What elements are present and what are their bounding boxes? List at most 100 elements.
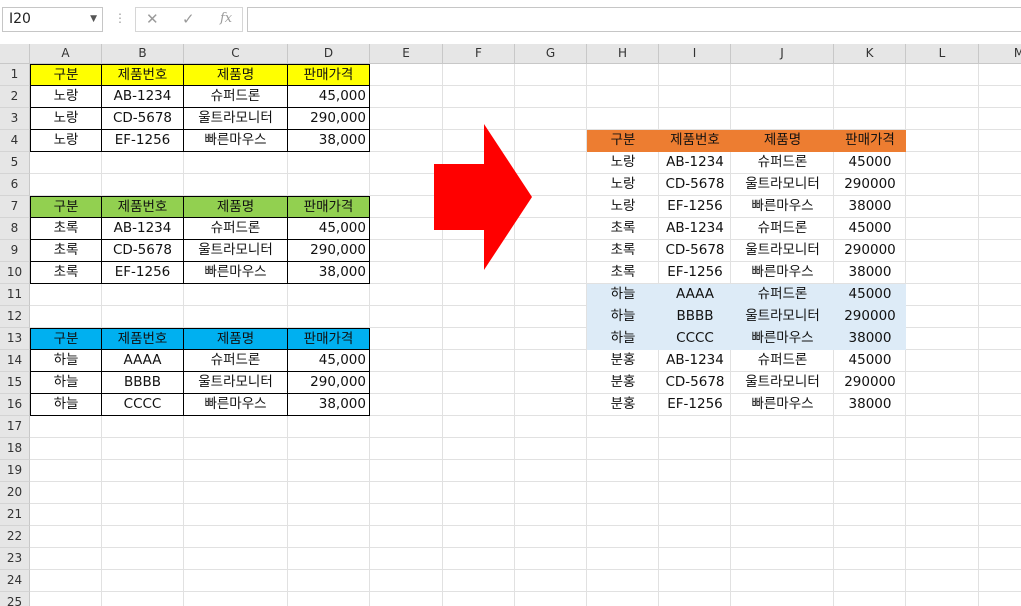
result-cell[interactable]: 울트라모니터 <box>731 174 834 196</box>
table-header-cell[interactable]: 제품번호 <box>102 328 184 350</box>
table-cell[interactable]: 38,000 <box>288 130 370 152</box>
enter-icon[interactable]: ✓ <box>182 10 195 28</box>
row-header-11[interactable]: 11 <box>0 284 30 306</box>
table-cell[interactable]: AAAA <box>102 350 184 372</box>
result-cell[interactable]: AB-1234 <box>659 218 731 240</box>
table-cell[interactable]: 초록 <box>30 240 102 262</box>
row-header-10[interactable]: 10 <box>0 262 30 284</box>
more-options-icon[interactable]: ⋮ <box>114 11 126 25</box>
table-header-cell[interactable]: 판매가격 <box>288 328 370 350</box>
result-cell[interactable]: 하늘 <box>587 284 659 306</box>
row-header-13[interactable]: 13 <box>0 328 30 350</box>
row-header-25[interactable]: 25 <box>0 592 30 606</box>
result-cell[interactable]: 분홍 <box>587 372 659 394</box>
result-cell[interactable]: 빠른마우스 <box>731 196 834 218</box>
table-cell[interactable]: 빠른마우스 <box>184 262 288 284</box>
result-cell[interactable]: 45000 <box>834 350 906 372</box>
result-cell[interactable]: 빠른마우스 <box>731 262 834 284</box>
table-cell[interactable]: 290,000 <box>288 372 370 394</box>
result-cell[interactable]: EF-1256 <box>659 394 731 416</box>
result-cell[interactable]: 290000 <box>834 372 906 394</box>
result-header-cell[interactable]: 제품번호 <box>659 130 731 152</box>
result-cell[interactable]: 슈퍼드론 <box>731 152 834 174</box>
table-header-cell[interactable]: 제품명 <box>184 64 288 86</box>
table-cell[interactable]: 45,000 <box>288 218 370 240</box>
table-header-cell[interactable]: 구분 <box>30 64 102 86</box>
row-header-8[interactable]: 8 <box>0 218 30 240</box>
table-cell[interactable]: 슈퍼드론 <box>184 218 288 240</box>
table-cell[interactable]: EF-1256 <box>102 130 184 152</box>
result-cell[interactable]: AB-1234 <box>659 350 731 372</box>
result-cell[interactable]: 초록 <box>587 262 659 284</box>
result-cell[interactable]: 38000 <box>834 328 906 350</box>
row-header-4[interactable]: 4 <box>0 130 30 152</box>
result-cell[interactable]: 45000 <box>834 218 906 240</box>
result-header-cell[interactable]: 제품명 <box>731 130 834 152</box>
column-header-d[interactable]: D <box>288 44 370 64</box>
table-cell[interactable]: 290,000 <box>288 108 370 130</box>
table-cell[interactable]: 290,000 <box>288 240 370 262</box>
table-header-cell[interactable]: 구분 <box>30 328 102 350</box>
row-header-22[interactable]: 22 <box>0 526 30 548</box>
table-header-cell[interactable]: 제품번호 <box>102 64 184 86</box>
result-cell[interactable]: 울트라모니터 <box>731 240 834 262</box>
table-cell[interactable]: 초록 <box>30 218 102 240</box>
result-cell[interactable]: 분홍 <box>587 350 659 372</box>
table-header-cell[interactable]: 판매가격 <box>288 64 370 86</box>
table-cell[interactable]: 빠른마우스 <box>184 394 288 416</box>
column-header-e[interactable]: E <box>370 44 443 64</box>
result-header-cell[interactable]: 판매가격 <box>834 130 906 152</box>
column-header-h[interactable]: H <box>587 44 659 64</box>
result-cell[interactable]: 분홍 <box>587 394 659 416</box>
row-header-16[interactable]: 16 <box>0 394 30 416</box>
result-cell[interactable]: 노랑 <box>587 152 659 174</box>
result-cell[interactable]: EF-1256 <box>659 262 731 284</box>
column-header-c[interactable]: C <box>184 44 288 64</box>
row-header-5[interactable]: 5 <box>0 152 30 174</box>
table-cell[interactable]: 슈퍼드론 <box>184 350 288 372</box>
result-cell[interactable]: CD-5678 <box>659 372 731 394</box>
table-cell[interactable]: 하늘 <box>30 372 102 394</box>
cancel-icon[interactable]: ✕ <box>146 10 159 28</box>
result-cell[interactable]: 하늘 <box>587 328 659 350</box>
row-header-12[interactable]: 12 <box>0 306 30 328</box>
table-cell[interactable]: CD-5678 <box>102 108 184 130</box>
table-cell[interactable]: 초록 <box>30 262 102 284</box>
insert-function-icon[interactable]: fx <box>220 11 232 26</box>
table-cell[interactable]: EF-1256 <box>102 262 184 284</box>
row-header-23[interactable]: 23 <box>0 548 30 570</box>
table-cell[interactable]: AB-1234 <box>102 86 184 108</box>
result-cell[interactable]: AAAA <box>659 284 731 306</box>
result-cell[interactable]: 빠른마우스 <box>731 328 834 350</box>
row-header-24[interactable]: 24 <box>0 570 30 592</box>
column-header-b[interactable]: B <box>102 44 184 64</box>
table-cell[interactable]: AB-1234 <box>102 218 184 240</box>
result-cell[interactable]: 290000 <box>834 306 906 328</box>
column-header-g[interactable]: G <box>515 44 587 64</box>
table-cell[interactable]: 노랑 <box>30 86 102 108</box>
table-cell[interactable]: 38,000 <box>288 394 370 416</box>
column-header-k[interactable]: K <box>834 44 906 64</box>
result-cell[interactable]: 45000 <box>834 284 906 306</box>
result-cell[interactable]: 초록 <box>587 240 659 262</box>
result-cell[interactable]: 290000 <box>834 174 906 196</box>
column-header-i[interactable]: I <box>659 44 731 64</box>
result-cell[interactable]: 38000 <box>834 196 906 218</box>
column-header-j[interactable]: J <box>731 44 834 64</box>
row-header-21[interactable]: 21 <box>0 504 30 526</box>
row-header-9[interactable]: 9 <box>0 240 30 262</box>
row-header-6[interactable]: 6 <box>0 174 30 196</box>
column-header-m[interactable]: M <box>979 44 1021 64</box>
result-cell[interactable]: CD-5678 <box>659 240 731 262</box>
result-cell[interactable]: CCCC <box>659 328 731 350</box>
row-header-7[interactable]: 7 <box>0 196 30 218</box>
result-cell[interactable]: EF-1256 <box>659 196 731 218</box>
result-cell[interactable]: AB-1234 <box>659 152 731 174</box>
table-cell[interactable]: 빠른마우스 <box>184 130 288 152</box>
table-cell[interactable]: 슈퍼드론 <box>184 86 288 108</box>
table-cell[interactable]: 하늘 <box>30 394 102 416</box>
table-cell[interactable]: 38,000 <box>288 262 370 284</box>
result-cell[interactable]: 울트라모니터 <box>731 372 834 394</box>
row-header-18[interactable]: 18 <box>0 438 30 460</box>
result-cell[interactable]: 45000 <box>834 152 906 174</box>
